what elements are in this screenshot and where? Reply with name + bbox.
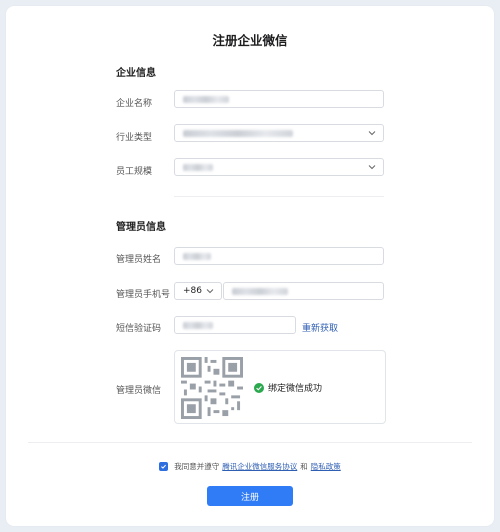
country-code-select[interactable]: +86 [174, 282, 222, 300]
checkmark-icon [161, 464, 167, 469]
bind-status: 绑定微信成功 [254, 381, 322, 394]
chevron-down-icon [368, 131, 376, 136]
footer-divider [28, 442, 472, 443]
country-code: +86 [183, 286, 202, 296]
terms-link[interactable]: 腾讯企业微信服务协议 [222, 461, 297, 472]
sms-code-input[interactable] [174, 316, 296, 334]
redacted-value [183, 163, 213, 171]
industry-select[interactable] [174, 124, 384, 142]
bind-status-text: 绑定微信成功 [268, 384, 323, 394]
qr-code-image [181, 357, 243, 419]
company-section-title: 企业信息 [116, 68, 156, 79]
agree-prefix: 我同意并遵守 [174, 462, 220, 471]
admin-name-input[interactable] [174, 247, 384, 265]
redacted-value [183, 252, 211, 260]
privacy-link[interactable]: 隐私政策 [311, 461, 341, 472]
agreement-row: 我同意并遵守 腾讯企业微信服务协议 和 隐私政策 [6, 461, 494, 472]
industry-label: 行业类型 [116, 133, 153, 143]
company-name-input[interactable] [174, 90, 384, 108]
chevron-down-icon [206, 289, 214, 294]
agree-and: 和 [300, 462, 308, 471]
page-title: 注册企业微信 [212, 33, 288, 48]
wechat-bind-box: 绑定微信成功 [174, 350, 386, 424]
redacted-value [183, 95, 229, 103]
admin-phone-input[interactable] [223, 282, 384, 300]
register-card: 注册企业微信 企业信息 企业名称 行业类型 员工规模 管理员信息 管理员姓名 管… [6, 6, 494, 526]
admin-wechat-label: 管理员微信 [116, 386, 162, 396]
company-size-select[interactable] [174, 158, 384, 176]
admin-name-label: 管理员姓名 [116, 255, 162, 265]
admin-phone-label: 管理员手机号 [116, 290, 171, 300]
redacted-value [232, 287, 288, 295]
section-divider [174, 196, 384, 197]
admin-section-title: 管理员信息 [116, 222, 166, 233]
agree-checkbox[interactable] [159, 462, 169, 471]
sms-code-label: 短信验证码 [116, 324, 162, 334]
resend-code-link[interactable]: 重新获取 [302, 321, 338, 334]
company-name-label: 企业名称 [116, 99, 153, 109]
chevron-down-icon [368, 165, 376, 170]
redacted-value [183, 321, 213, 329]
company-size-label: 员工规模 [116, 167, 153, 177]
check-circle-icon [254, 382, 264, 393]
redacted-value [183, 129, 293, 137]
register-button[interactable]: 注册 [207, 486, 293, 506]
